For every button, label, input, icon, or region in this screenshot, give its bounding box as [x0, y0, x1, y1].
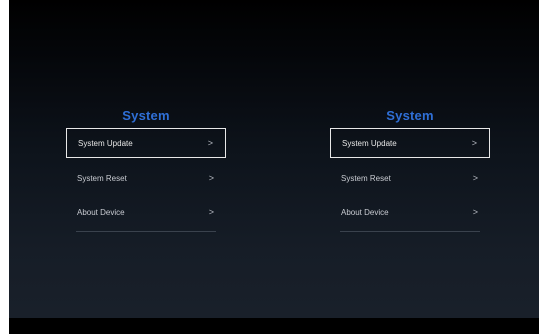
menu-item-label: System Reset [341, 174, 391, 183]
menu-item-about-device[interactable]: About Device > [66, 196, 226, 229]
menu-item-system-update[interactable]: System Update > [330, 128, 490, 158]
menu-item-system-reset[interactable]: System Reset > [330, 162, 490, 195]
menu-item-label: System Update [342, 138, 397, 148]
menu-item-label: System Reset [77, 174, 127, 183]
menu-item-about-device[interactable]: About Device > [330, 196, 490, 229]
chevron-right-icon: > [472, 173, 478, 183]
panel-title: System [122, 108, 170, 123]
menu-divider [340, 231, 480, 232]
menu-item-system-reset[interactable]: System Reset > [66, 162, 226, 195]
chevron-right-icon: > [472, 207, 478, 217]
system-menu-panel-right: System System Update > System Reset > Ab… [330, 100, 490, 232]
chevron-right-icon: > [207, 137, 213, 148]
panel-title: System [386, 108, 434, 123]
system-menu-panel-left: System System Update > System Reset > Ab… [66, 100, 226, 232]
menu-item-system-update[interactable]: System Update > [66, 128, 226, 158]
chevron-right-icon: > [208, 173, 214, 183]
chevron-right-icon: > [208, 207, 214, 217]
chevron-right-icon: > [471, 137, 477, 148]
menu-item-label: System Update [78, 138, 133, 148]
tv-screen: System System Update > System Reset > Ab… [9, 0, 539, 334]
menu-divider [76, 231, 216, 232]
menu-item-label: About Device [77, 208, 125, 217]
bottom-bar [9, 318, 539, 334]
menu-item-label: About Device [341, 208, 389, 217]
